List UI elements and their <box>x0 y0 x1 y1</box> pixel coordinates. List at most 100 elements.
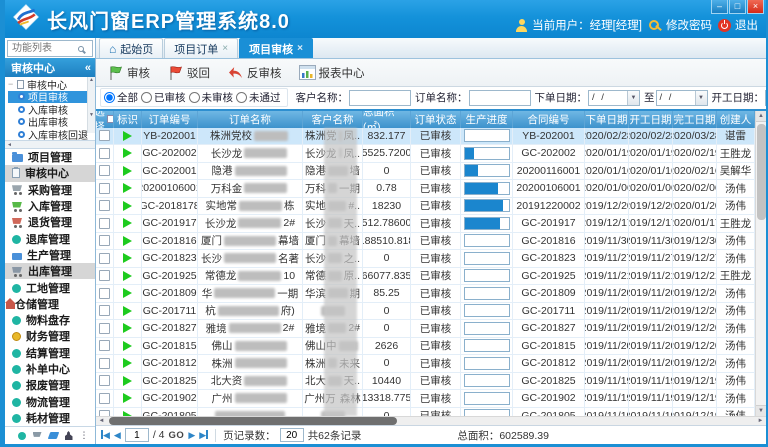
tab-项目订单[interactable]: 项目订单× <box>164 38 238 58</box>
status-radio-未通过[interactable]: 未通过 <box>236 90 281 105</box>
minimize-button[interactable]: – <box>711 0 728 14</box>
search-icon[interactable] <box>78 46 84 52</box>
row-checkbox[interactable] <box>99 165 110 176</box>
table-row[interactable]: GC-202002长沙龙长沙龙凤..65525.7200..已审核GC-2020… <box>96 145 755 163</box>
sidebar-item-财务管理[interactable]: 财务管理 <box>5 328 95 344</box>
last-page-button[interactable]: ▶ <box>199 430 208 440</box>
sidebar-item-项目管理[interactable]: 项目管理 <box>5 149 95 165</box>
row-checkbox[interactable] <box>99 130 110 141</box>
table-row[interactable]: 20200106001万科金万科一期0.78已审核202001060012020… <box>96 180 755 198</box>
table-row[interactable]: GC-201827雅境2#雅境2#0已审核GC-2018272019/11/20… <box>96 320 755 338</box>
row-checkbox[interactable] <box>99 235 110 246</box>
vertical-scroll-thumb[interactable] <box>757 124 766 220</box>
function-search-input[interactable] <box>10 42 78 55</box>
sidebar-item-报废管理[interactable]: 报废管理 <box>5 377 95 393</box>
row-checkbox[interactable] <box>99 340 110 351</box>
row-checkbox[interactable] <box>99 270 110 281</box>
row-checkbox[interactable] <box>99 393 110 404</box>
cart-icon[interactable] <box>33 432 42 439</box>
status-radio-全部[interactable]: 全部 <box>104 90 138 105</box>
sidebar-item-耗材管理[interactable]: 耗材管理 <box>5 410 95 426</box>
table-row[interactable]: GC-201812株洲株洲未来0已审核GC-2018122019/11/2020… <box>96 355 755 373</box>
toolbar-button-反审核[interactable]: 反审核 <box>222 62 290 84</box>
table-row[interactable]: GC-2018050已审核GC-2018052019/11/192019/11/… <box>96 408 755 416</box>
row-checkbox[interactable] <box>99 148 110 159</box>
select-all-checkbox[interactable] <box>107 115 114 123</box>
tab-起始页[interactable]: ⌂起始页 <box>99 38 163 58</box>
order-name-input[interactable] <box>469 90 531 106</box>
table-row[interactable]: YB-202001株洲党校株洲党凤..832.177已审核YB-20200120… <box>96 128 755 146</box>
row-checkbox[interactable] <box>99 375 110 386</box>
swoosh-icon[interactable] <box>47 432 59 439</box>
toolbar-button-驳回[interactable]: 驳回 <box>162 62 218 84</box>
sidebar-item-入库管理[interactable]: 入库管理 <box>5 198 95 214</box>
sidebar-item-物料盘存[interactable]: 物料盘存 <box>5 312 95 328</box>
table-row[interactable]: GC-201815佛山佛山中2626已审核GC-2018152019/11/20… <box>96 338 755 356</box>
toolbar-button-报表中心[interactable]: 报表中心 <box>294 62 373 84</box>
scroll-up-icon[interactable]: ▲ <box>756 111 767 122</box>
more-icon[interactable]: ⋮ <box>80 431 83 440</box>
change-password-button[interactable]: 修改密码 <box>648 17 712 33</box>
table-row[interactable]: GC-201816厦门幕墙厦门幕墙188510.818已审核GC-2018162… <box>96 233 755 251</box>
row-checkbox[interactable] <box>99 253 110 264</box>
table-row[interactable]: GC-201711杭府)0已审核GC-2017112019/11/202019/… <box>96 303 755 321</box>
sidebar-item-退货管理[interactable]: 退货管理 <box>5 214 95 230</box>
sidebar-item-审核中心[interactable]: 审核中心 <box>5 165 95 181</box>
tree-vertical-scrollbar[interactable]: ▲▼ <box>87 77 95 133</box>
maximize-button[interactable]: □ <box>729 0 746 14</box>
sidebar-item-物流管理[interactable]: 物流管理 <box>5 393 95 409</box>
prev-page-button[interactable]: ◀ <box>114 430 121 440</box>
tab-项目审核[interactable]: 项目审核× <box>239 38 313 58</box>
row-checkbox[interactable] <box>99 183 110 194</box>
close-button[interactable]: × <box>747 0 764 14</box>
row-checkbox[interactable] <box>99 323 110 334</box>
status-radio-未审核[interactable]: 未审核 <box>189 90 234 105</box>
sidebar-item-退库管理[interactable]: 退库管理 <box>5 230 95 246</box>
scroll-right-icon[interactable]: ► <box>755 418 766 424</box>
first-page-button[interactable]: ◀ <box>101 430 110 440</box>
collapse-icon[interactable]: « <box>85 62 91 74</box>
order-date-to-picker[interactable]: / / ▼ <box>656 90 708 106</box>
row-checkbox[interactable] <box>99 200 110 211</box>
dropdown-icon[interactable]: ▼ <box>627 91 639 105</box>
customer-name-input[interactable] <box>349 90 411 106</box>
table-row[interactable]: GC-202001隐港隐港墙0已审核202001160012020/01/162… <box>96 163 755 181</box>
order-date-from-picker[interactable]: / / ▼ <box>588 90 640 106</box>
sidebar-item-结算管理[interactable]: 结算管理 <box>5 345 95 361</box>
radio-input[interactable] <box>236 92 247 103</box>
sidebar-item-生产管理[interactable]: 生产管理 <box>5 247 95 263</box>
scroll-left-icon[interactable]: ◄ <box>96 418 107 424</box>
table-row[interactable]: GC-201823长沙名著长沙之..0已审核GC-2018232019/11/2… <box>96 250 755 268</box>
sidebar-item-仓储管理[interactable]: 仓储管理 <box>5 296 95 312</box>
sidebar-item-采购管理[interactable]: 采购管理 <box>5 182 95 198</box>
sidebar-item-补单中心[interactable]: 补单中心 <box>5 361 95 377</box>
radio-input[interactable] <box>104 92 115 103</box>
status-radio-已审核[interactable]: 已审核 <box>141 90 186 105</box>
page-size-input[interactable] <box>280 428 304 442</box>
close-tab-icon[interactable]: × <box>222 44 228 53</box>
table-row[interactable]: GC-201825北大资北大天..10440已审核GC-2018252019/1… <box>96 373 755 391</box>
row-checkbox[interactable] <box>99 288 110 299</box>
row-checkbox[interactable] <box>99 410 110 415</box>
row-checkbox[interactable] <box>99 358 110 369</box>
sidebar-item-工地管理[interactable]: 工地管理 <box>5 279 95 295</box>
sidebar-item-出库管理[interactable]: 出库管理 <box>5 263 95 279</box>
tree-expander-icon[interactable]: − <box>8 79 17 89</box>
table-vertical-scrollbar[interactable]: ▲ ▼ <box>755 111 766 416</box>
tree-item[interactable]: 入库审核回退 <box>8 128 87 141</box>
scroll-down-icon[interactable]: ▼ <box>756 405 767 416</box>
toolbar-button-审核[interactable]: 审核 <box>102 62 158 84</box>
next-page-button[interactable]: ▶ <box>188 430 195 440</box>
row-checkbox[interactable] <box>99 218 110 229</box>
radio-input[interactable] <box>189 92 200 103</box>
tree-horizontal-scrollbar[interactable]: ◄ <box>5 141 95 149</box>
table-row[interactable]: GC-201917长沙龙2#长沙天..8512.78600..已审核GC-201… <box>96 215 755 233</box>
horizontal-scroll-thumb[interactable] <box>109 417 397 425</box>
page-number-input[interactable] <box>125 428 149 442</box>
table-row[interactable]: GC-201902广州广州万森林13318.775已审核GC-201902201… <box>96 390 755 408</box>
go-button[interactable]: GO <box>169 430 185 441</box>
radio-input[interactable] <box>141 92 152 103</box>
table-row[interactable]: GC-201809华一期华滨期85.25已审核GC-2018092019/11/… <box>96 285 755 303</box>
logout-button[interactable]: 退出 <box>718 17 758 33</box>
dot-icon[interactable] <box>18 432 26 440</box>
